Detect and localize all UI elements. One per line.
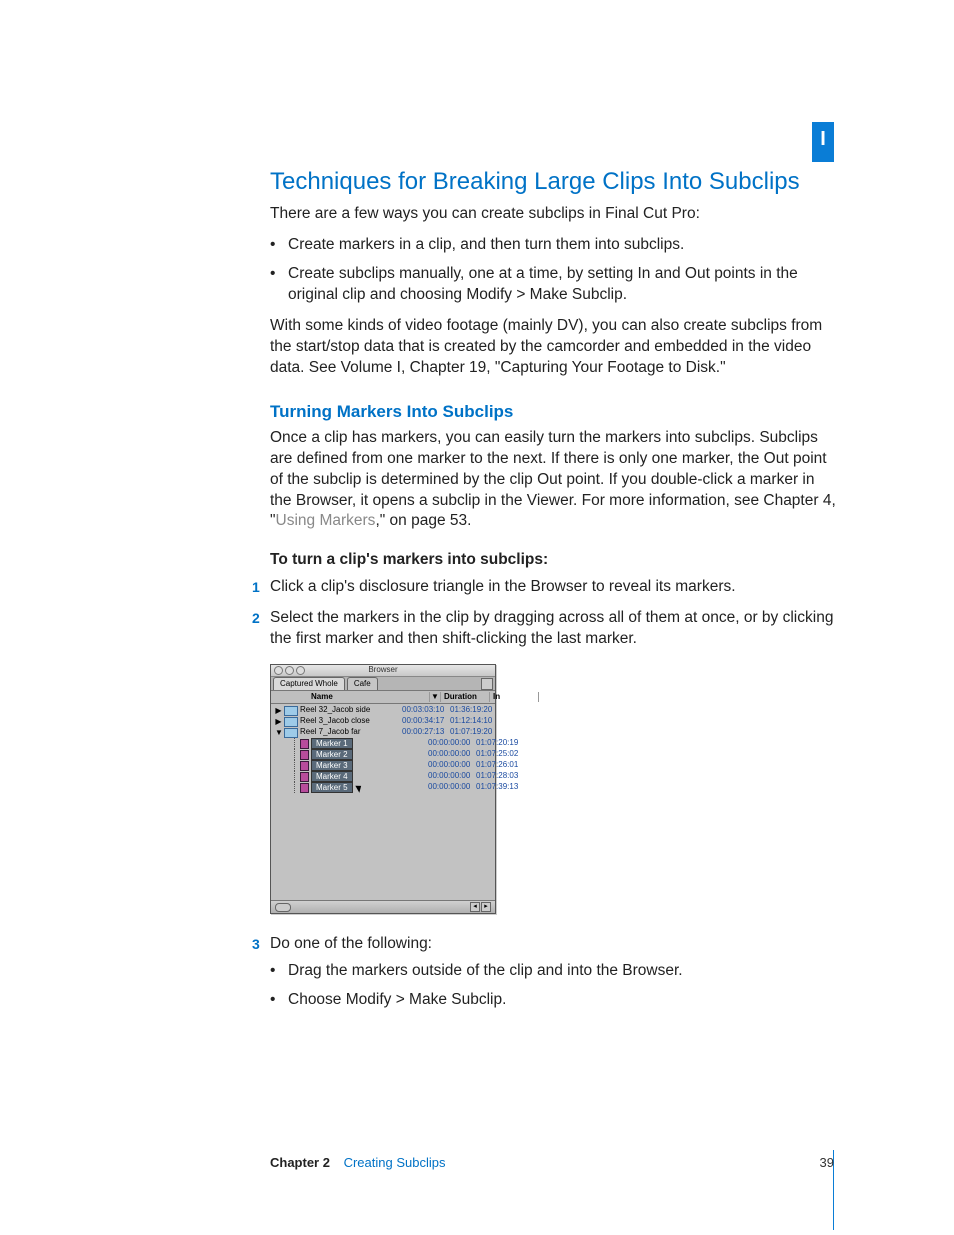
clip-name: Reel 32_Jacob side <box>300 705 370 716</box>
marker-row[interactable]: Marker 300:00:00:0001:07:26:01 <box>271 760 495 771</box>
duration-value: 00:00:00:00 <box>425 749 473 760</box>
marker-icon <box>300 761 309 771</box>
browser-tabs: Captured Whole Cafe <box>271 677 495 691</box>
window-title: Browser <box>271 665 495 676</box>
turn-text-b: ," on page 53. <box>375 512 471 529</box>
clip-row[interactable]: ▶ Reel 3_Jacob close 00:00:34:1701:12:14:1… <box>271 716 495 727</box>
side-tab: I <box>812 122 834 162</box>
marker-row[interactable]: Marker 200:00:00:0001:07:25:02 <box>271 749 495 760</box>
step-3: Do one of the following: Drag the marker… <box>252 934 840 1011</box>
intro-text: There are a few ways you can create subc… <box>270 204 840 225</box>
disclosure-triangle-icon[interactable]: ▶ <box>275 718 282 725</box>
footer-chapter: Chapter 2 <box>270 1155 330 1170</box>
clip-row[interactable]: ▼ Reel 7_Jacob far 00:00:27:1301:07:19:20 <box>271 727 495 738</box>
in-value: 01:07:39:13 <box>473 782 521 793</box>
col-in[interactable]: In <box>490 692 539 703</box>
heading-1: Techniques for Breaking Large Clips Into… <box>270 166 840 198</box>
in-value: 01:07:28:03 <box>473 771 521 782</box>
duration-value: 00:00:00:00 <box>425 771 473 782</box>
page-footer: Chapter 2 Creating Subclips 39 <box>270 1154 834 1172</box>
col-name[interactable]: Name <box>271 692 430 703</box>
duration-value: 00:00:27:13 <box>399 727 447 738</box>
in-value: 01:07:26:01 <box>473 760 521 771</box>
marker-name[interactable]: Marker 2 <box>311 749 353 760</box>
marker-row[interactable]: Marker 400:00:00:0001:07:28:03 <box>271 771 495 782</box>
step-1: Click a clip's disclosure triangle in th… <box>252 577 840 598</box>
steps-list: Click a clip's disclosure triangle in th… <box>252 577 840 650</box>
page-number: 39 <box>820 1154 834 1172</box>
marker-icon <box>300 783 309 793</box>
browser-window: Browser Captured Whole Cafe Name ▼ Durat… <box>270 664 496 914</box>
browser-footer: ◂ ▸ <box>271 900 495 913</box>
heading-2: Turning Markers Into Subclips <box>270 401 840 424</box>
marker-name[interactable]: Marker 3 <box>311 760 353 771</box>
dv-paragraph: With some kinds of video footage (mainly… <box>270 316 840 379</box>
thumbnail-toggle-icon[interactable] <box>481 678 493 690</box>
disclosure-triangle-icon[interactable]: ▼ <box>275 729 282 736</box>
browser-titlebar: Browser <box>271 665 495 677</box>
cursor-icon <box>355 783 363 792</box>
clip-icon <box>284 706 298 716</box>
in-value: 01:07:25:02 <box>473 749 521 760</box>
scroll-knob[interactable] <box>275 903 291 912</box>
scroll-left-icon[interactable]: ◂ <box>470 902 480 912</box>
bullet-item: Create subclips manually, one at a time,… <box>288 264 840 306</box>
footer-chapter-title: Creating Subclips <box>344 1155 446 1170</box>
duration-value: 00:00:00:00 <box>425 738 473 749</box>
in-value: 01:36:19:20 <box>447 705 495 716</box>
intro-bullets: Create markers in a clip, and then turn … <box>270 235 840 306</box>
marker-icon <box>300 750 309 760</box>
step-2: Select the markers in the clip by draggi… <box>252 608 840 650</box>
step-3-sublist: Drag the markers outside of the clip and… <box>270 955 840 1011</box>
marker-icon <box>300 739 309 749</box>
clip-row[interactable]: ▶ Reel 32_Jacob side 00:03:03:1001:36:19:2… <box>271 705 495 716</box>
sort-indicator-icon[interactable]: ▼ <box>430 692 441 703</box>
marker-name[interactable]: Marker 5 <box>311 782 353 793</box>
marker-icon <box>300 772 309 782</box>
col-duration[interactable]: Duration <box>441 692 490 703</box>
clip-name: Reel 3_Jacob close <box>300 716 370 727</box>
in-value: 01:07:20:19 <box>473 738 521 749</box>
scroll-right-icon[interactable]: ▸ <box>481 902 491 912</box>
step-3-text: Do one of the following: <box>270 935 432 952</box>
clip-icon <box>284 728 298 738</box>
steps-list-cont: Do one of the following: Drag the marker… <box>252 934 840 1011</box>
clip-icon <box>284 717 298 727</box>
main-content: Techniques for Breaking Large Clips Into… <box>270 166 840 1025</box>
clip-tree: ▶ Reel 32_Jacob side 00:03:03:1001:36:19:2… <box>271 704 495 900</box>
instruction-heading: To turn a clip's markers into subclips: <box>270 550 840 571</box>
sub-bullet: Drag the markers outside of the clip and… <box>288 961 840 982</box>
disclosure-triangle-icon[interactable]: ▶ <box>275 707 282 714</box>
clip-name: Reel 7_Jacob far <box>300 727 360 738</box>
marker-name[interactable]: Marker 1 <box>311 738 353 749</box>
sub-bullet: Choose Modify > Make Subclip. <box>288 990 840 1011</box>
duration-value: 00:00:34:17 <box>399 716 447 727</box>
duration-value: 00:03:03:10 <box>399 705 447 716</box>
tab-cafe[interactable]: Cafe <box>347 677 378 690</box>
in-value: 01:12:14:10 <box>447 716 495 727</box>
duration-value: 00:00:00:00 <box>425 760 473 771</box>
link-using-markers[interactable]: Using Markers <box>276 512 376 529</box>
turn-paragraph: Once a clip has markers, you can easily … <box>270 428 840 533</box>
column-headers: Name ▼ Duration In <box>271 691 495 704</box>
marker-row[interactable]: Marker 500:00:00:0001:07:39:13 <box>271 782 495 793</box>
bullet-item: Create markers in a clip, and then turn … <box>288 235 840 256</box>
duration-value: 00:00:00:00 <box>425 782 473 793</box>
in-value: 01:07:19:20 <box>447 727 495 738</box>
marker-row[interactable]: Marker 100:00:00:0001:07:20:19 <box>271 738 495 749</box>
marker-name[interactable]: Marker 4 <box>311 771 353 782</box>
tab-captured-whole[interactable]: Captured Whole <box>273 677 345 690</box>
